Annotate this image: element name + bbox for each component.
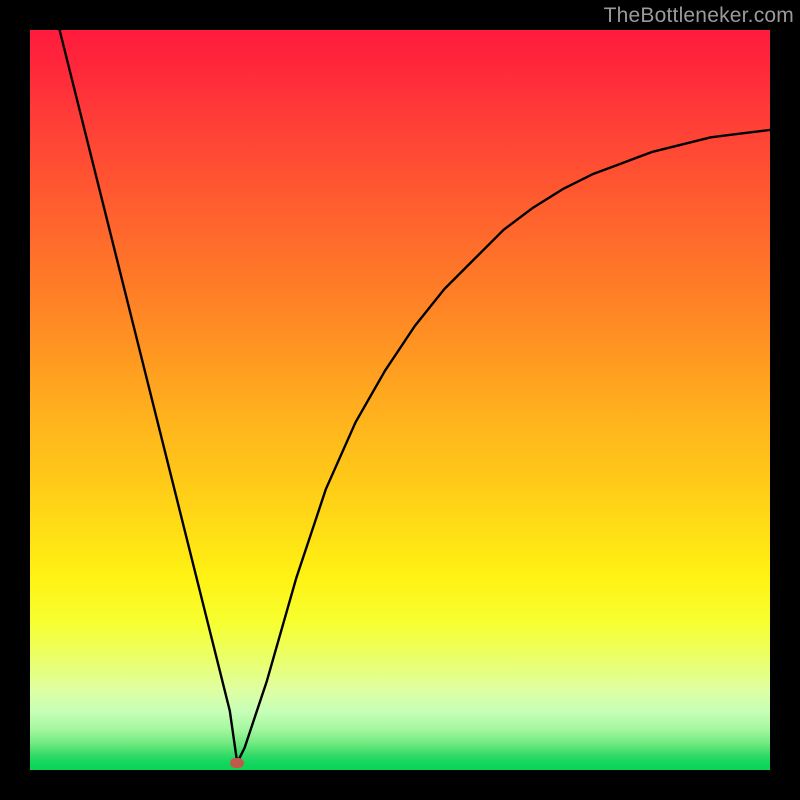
curve-path [60, 30, 770, 763]
minimum-marker [230, 758, 244, 768]
plot-area [30, 30, 770, 770]
bottleneck-curve [30, 30, 770, 770]
watermark-text: TheBottleneker.com [604, 4, 794, 28]
chart-stage: TheBottleneker.com [0, 0, 800, 800]
